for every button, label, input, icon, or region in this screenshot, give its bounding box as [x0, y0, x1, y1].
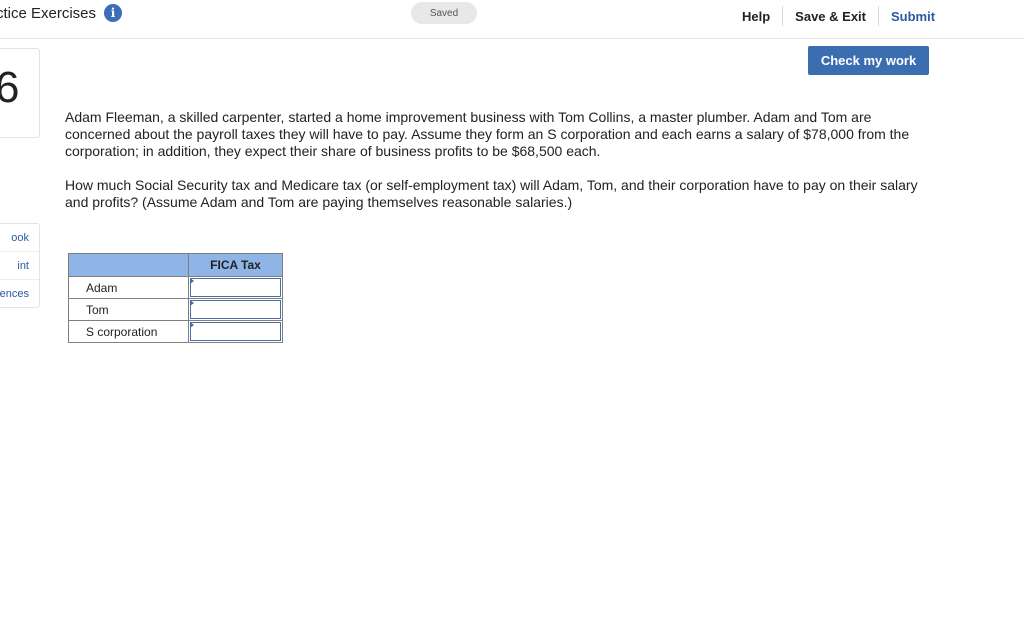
- check-my-work-button[interactable]: Check my work: [808, 46, 929, 75]
- table-row: Adam: [68, 276, 283, 299]
- table-header-fica-tax: FICA Tax: [188, 253, 283, 277]
- question-text: Adam Fleeman, a skilled carpenter, start…: [65, 109, 935, 228]
- cell-marker-icon: [190, 278, 194, 284]
- row-label-adam: Adam: [68, 276, 189, 299]
- table-header-row: FICA Tax: [68, 253, 283, 277]
- answer-table: FICA Tax Adam Tom S corporation: [68, 253, 283, 343]
- info-icon[interactable]: i: [104, 4, 123, 22]
- question-number: 6: [0, 63, 20, 112]
- question-paragraph-2: How much Social Security tax and Medicar…: [65, 177, 918, 210]
- row-input-cell: [188, 298, 283, 321]
- table-row: S corporation: [68, 320, 283, 343]
- submit-link[interactable]: Submit: [879, 9, 947, 24]
- cell-marker-icon: [190, 322, 194, 328]
- table-header-blank: [68, 253, 189, 277]
- side-menu: ook int ences: [0, 223, 40, 308]
- top-bar: ctice Exercises i Saved Help Save & Exit…: [0, 0, 1024, 39]
- app-title-text: ctice Exercises: [0, 4, 97, 22]
- save-exit-link[interactable]: Save & Exit: [783, 9, 878, 24]
- side-menu-item-ebook[interactable]: ook: [0, 224, 39, 252]
- cell-marker-icon: [190, 300, 194, 306]
- saved-status-badge: Saved: [411, 2, 477, 24]
- adam-fica-input[interactable]: [190, 278, 281, 297]
- row-label-tom: Tom: [68, 298, 189, 321]
- side-menu-item-references[interactable]: ences: [0, 280, 39, 307]
- table-row: Tom: [68, 298, 283, 321]
- tom-fica-input[interactable]: [190, 300, 281, 319]
- s-corporation-fica-input[interactable]: [190, 322, 281, 341]
- side-menu-item-print[interactable]: int: [0, 252, 39, 280]
- top-actions: Help Save & Exit Submit: [730, 6, 947, 26]
- row-input-cell: [188, 276, 283, 299]
- help-link[interactable]: Help: [730, 9, 782, 24]
- row-input-cell: [188, 320, 283, 343]
- row-label-s-corporation: S corporation: [68, 320, 189, 343]
- app-title: ctice Exercises i: [0, 4, 123, 22]
- question-paragraph-1: Adam Fleeman, a skilled carpenter, start…: [65, 109, 910, 159]
